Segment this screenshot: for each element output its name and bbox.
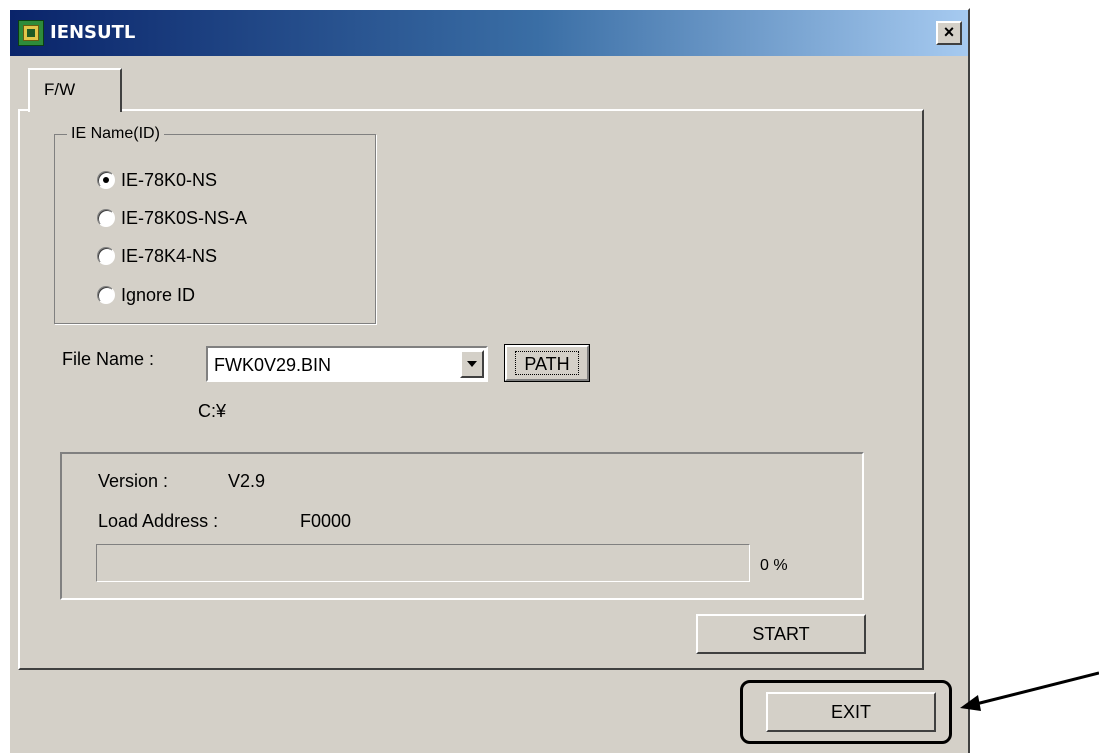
radio-icon[interactable] [97,286,115,304]
ie-name-legend: IE Name(ID) [67,123,164,145]
radio-label: IE-78K0-NS [121,170,218,190]
annotation-arrow-icon [960,671,1099,711]
version-value: V2.9 [228,471,266,491]
file-name-value: FWK0V29.BIN [214,355,332,375]
progress-percent: 0 % [760,557,788,574]
start-button[interactable]: START [696,614,866,654]
file-name-label: File Name : [62,349,155,369]
load-address-label: Load Address : [98,511,219,531]
path-display: C:¥ [198,401,227,421]
radio-icon[interactable] [97,247,115,265]
radio-selected-icon[interactable] [97,171,115,189]
radio-dot-icon [103,177,109,183]
app-icon [18,20,44,46]
dropdown-arrow-icon[interactable] [460,350,484,378]
path-button-face: PATH [505,345,589,381]
window-title: IENSUTL [50,22,136,43]
title-bar[interactable]: IENSUTL × [10,10,968,56]
radio-label: Ignore ID [121,285,196,305]
version-label: Version : [98,471,169,491]
ie-name-groupbox: IE Name(ID) IE-78K0-NS IE-78K0S-NS-A IE-… [54,123,376,324]
file-name-select[interactable]: FWK0V29.BIN [206,346,488,382]
radio-label: IE-78K4-NS [121,246,218,266]
tab-fw[interactable]: F/W [28,68,122,112]
load-address-value: F0000 [300,511,352,531]
radio-icon[interactable] [97,209,115,227]
progress-bar [96,544,750,582]
path-button-label: PATH [515,351,579,375]
radio-label: IE-78K0S-NS-A [121,208,248,228]
path-button[interactable]: PATH [504,344,590,382]
close-button[interactable]: × [936,21,962,45]
exit-button[interactable]: EXIT [766,692,936,732]
